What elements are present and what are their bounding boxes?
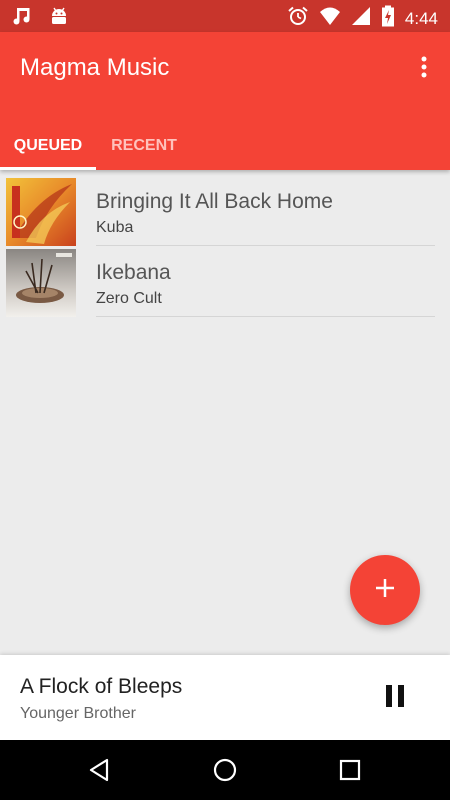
track-artist: Zero Cult (96, 290, 162, 307)
list-item[interactable]: Ikebana Zero Cult (0, 246, 450, 317)
plus-icon (374, 577, 396, 604)
navigation-bar (0, 740, 450, 800)
album-art (6, 178, 76, 246)
now-playing-bar[interactable]: A Flock of Bleeps Younger Brother (0, 655, 450, 740)
home-icon[interactable] (210, 755, 240, 785)
android-icon (48, 5, 70, 32)
track-artist: Kuba (96, 219, 134, 236)
tab-queued[interactable]: QUEUED (0, 122, 96, 170)
alarm-icon (287, 5, 309, 32)
list-item[interactable]: Bringing It All Back Home Kuba (0, 175, 450, 246)
battery-charging-icon (381, 5, 395, 32)
status-time: 4:44 (404, 8, 438, 28)
divider (96, 316, 435, 317)
signal-icon (351, 5, 371, 32)
music-note-icon (12, 5, 34, 32)
pause-icon (380, 685, 410, 715)
tab-recent[interactable]: RECENT (96, 122, 192, 170)
tab-bar: QUEUED RECENT (0, 122, 450, 170)
track-title: Ikebana (96, 261, 171, 284)
app-bar: Magma Music QUEUED RECENT (0, 32, 450, 170)
track-title: Bringing It All Back Home (96, 190, 333, 213)
status-bar: 4:44 (0, 0, 450, 32)
pause-button[interactable] (380, 681, 410, 711)
album-art (6, 249, 76, 317)
queue-list: Bringing It All Back Home Kuba Ikebana Z… (0, 175, 450, 317)
app-title: Magma Music (20, 54, 170, 81)
now-playing-artist: Younger Brother (20, 705, 136, 722)
add-button[interactable] (350, 555, 420, 625)
wifi-icon (319, 5, 341, 32)
recents-icon[interactable] (335, 755, 365, 785)
tab-indicator (0, 167, 96, 170)
more-vert-icon[interactable] (412, 52, 436, 82)
now-playing-title: A Flock of Bleeps (20, 675, 183, 698)
back-icon[interactable] (85, 755, 115, 785)
